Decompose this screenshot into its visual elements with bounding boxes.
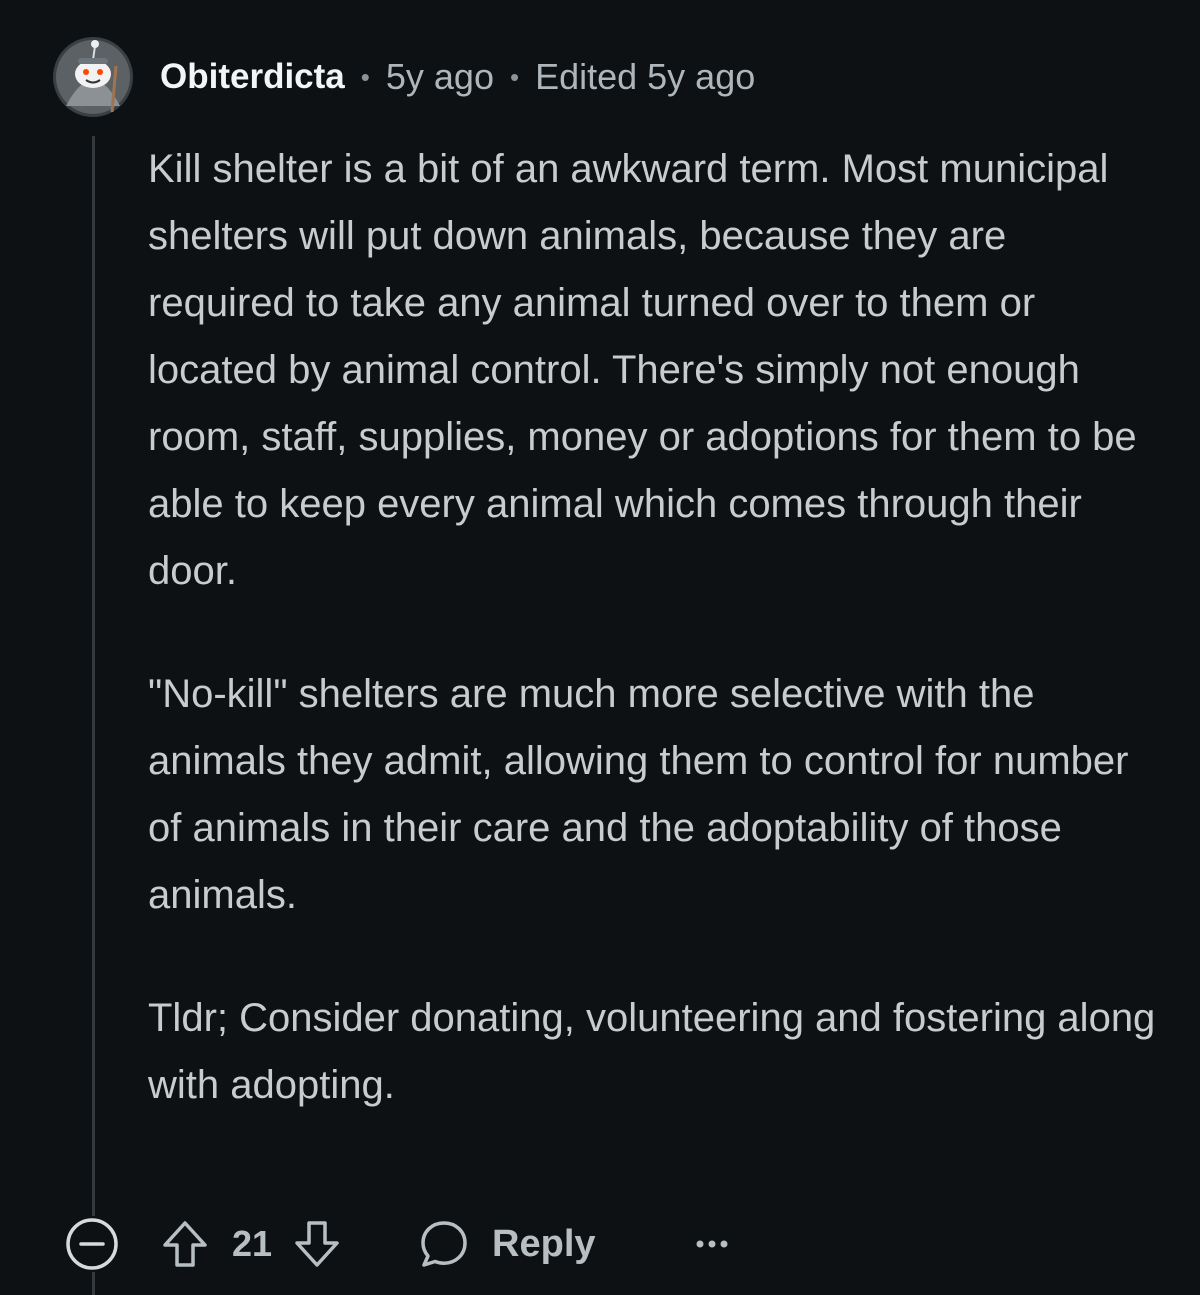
comment-body: Kill shelter is a bit of an awkward term… bbox=[148, 136, 1158, 1175]
minus-circle-icon bbox=[66, 1218, 118, 1270]
comment-timestamp: 5y ago bbox=[385, 56, 494, 97]
comment-paragraph: "No-kill" shelters are much more selecti… bbox=[148, 672, 1129, 917]
upvote-button[interactable] bbox=[160, 1219, 210, 1269]
edited-label: Edited 5y ago bbox=[535, 56, 756, 97]
thread-line[interactable] bbox=[92, 136, 95, 1216]
comment-header: Obiterdicta • 5y ago • Edited 5y ago bbox=[160, 54, 755, 100]
separator-dot: • bbox=[509, 61, 520, 92]
separator-dot: • bbox=[360, 61, 370, 92]
arrow-down-icon bbox=[295, 1221, 339, 1267]
arrow-up-icon bbox=[163, 1221, 207, 1267]
downvote-button[interactable] bbox=[292, 1219, 342, 1269]
more-options-button[interactable] bbox=[694, 1238, 730, 1250]
thread-line bbox=[92, 1272, 95, 1295]
author-name[interactable]: Obiterdicta bbox=[160, 57, 345, 97]
collapse-button[interactable] bbox=[64, 1216, 120, 1272]
reply-label: Reply bbox=[492, 1222, 596, 1265]
speech-bubble-icon bbox=[421, 1221, 467, 1267]
reply-button[interactable]: Reply bbox=[418, 1218, 596, 1270]
comment-action-bar: 21 Reply bbox=[64, 1214, 730, 1274]
avatar[interactable] bbox=[52, 36, 134, 118]
ellipsis-icon bbox=[696, 1240, 728, 1248]
vote-count: 21 bbox=[232, 1223, 273, 1264]
comment-paragraph: Tldr; Consider donating, volunteering an… bbox=[148, 996, 1156, 1107]
comment-paragraph: Kill shelter is a bit of an awkward term… bbox=[148, 147, 1137, 593]
